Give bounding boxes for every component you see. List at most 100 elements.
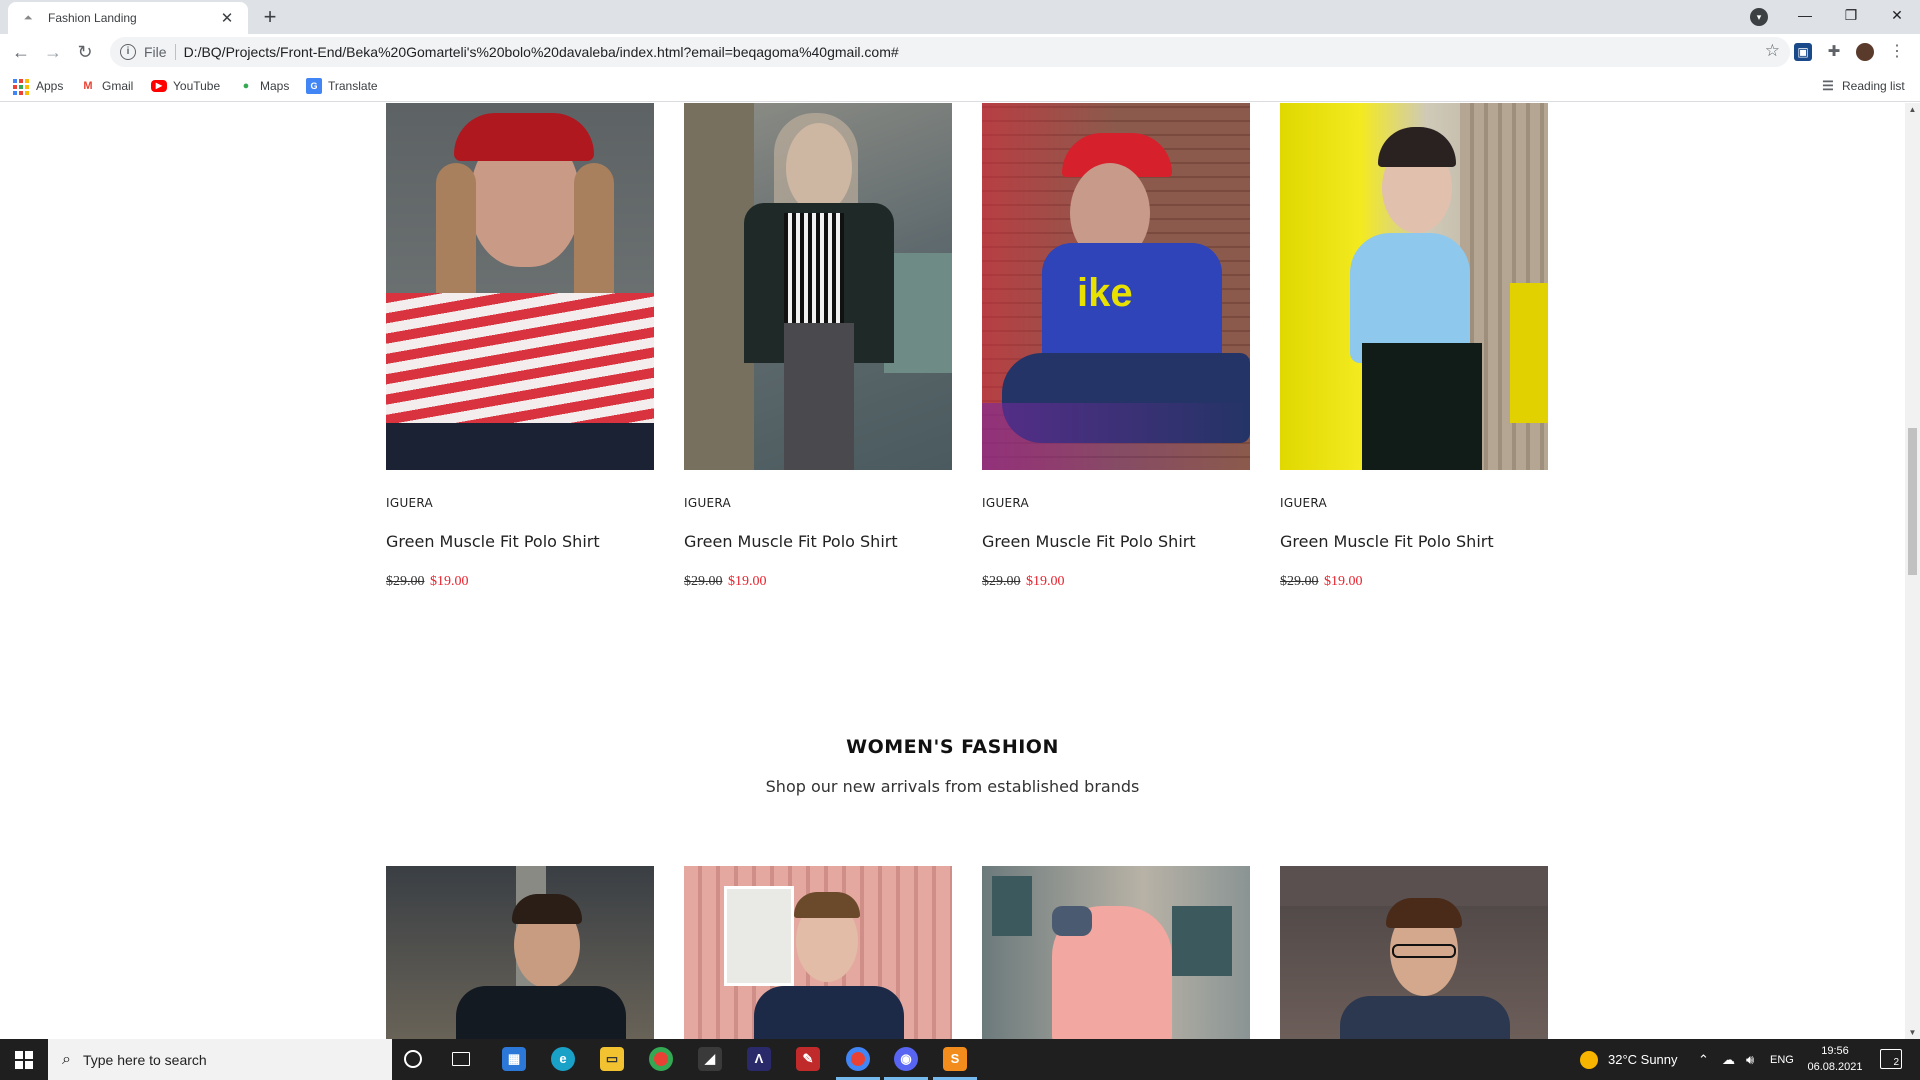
discord-icon[interactable]: ◉ <box>894 1047 918 1071</box>
reload-icon[interactable]: ↻ <box>73 40 97 64</box>
minimize-button[interactable]: — <box>1782 0 1828 30</box>
product-brand: IGUERA <box>982 496 1030 510</box>
extensions-puzzle-icon[interactable]: ✚ <box>1825 43 1843 61</box>
volume-icon[interactable]: 🔊︎ <box>1746 1039 1754 1080</box>
chrome-active-icon[interactable] <box>846 1047 870 1071</box>
back-arrow-icon[interactable]: ← <box>9 40 33 64</box>
sale-price: $19.00 <box>1026 574 1065 589</box>
product-price: $29.00 $19.00 <box>982 574 1250 590</box>
browser-toolbar: ← → ↻ i File D:/BQ/Projects/Front-End/Be… <box>0 34 1920 70</box>
weather-widget[interactable]: 32°C Sunny <box>1580 1039 1678 1080</box>
bookmark-maps[interactable]: ● Maps <box>238 76 290 96</box>
windows-logo-icon <box>15 1050 33 1069</box>
reading-list-icon: ☰ <box>1822 78 1834 93</box>
old-price: $29.00 <box>1280 574 1319 589</box>
scroll-up-icon[interactable]: ▲ <box>1908 105 1917 114</box>
bookmark-label: Translate <box>328 79 378 93</box>
old-price: $29.00 <box>982 574 1021 589</box>
scroll-down-icon[interactable]: ▼ <box>1908 1028 1917 1037</box>
product-card[interactable] <box>982 866 1250 1039</box>
reading-list-label: Reading list <box>1842 79 1905 93</box>
product-image[interactable] <box>1280 103 1548 470</box>
inkscape-icon[interactable]: ◢ <box>698 1047 722 1071</box>
profile-avatar[interactable] <box>1856 43 1874 61</box>
menu-kebab-icon[interactable]: ⋮ <box>1888 43 1906 61</box>
task-view-icon[interactable] <box>452 1052 470 1066</box>
product-row <box>386 866 1549 1039</box>
product-image[interactable] <box>684 103 952 470</box>
paint-icon[interactable]: ✎ <box>796 1047 820 1071</box>
product-name[interactable]: Green Muscle Fit Polo Shirt <box>684 532 952 551</box>
extension-icon[interactable]: ▣ <box>1794 43 1812 61</box>
start-button[interactable] <box>0 1039 48 1080</box>
close-tab-icon[interactable]: ✕ <box>218 9 236 27</box>
product-image[interactable] <box>982 866 1250 1039</box>
product-image[interactable] <box>386 866 654 1039</box>
product-card[interactable]: IGUERA Green Muscle Fit Polo Shirt $29.0… <box>1280 103 1548 590</box>
bookmark-translate[interactable]: G Translate <box>306 76 378 96</box>
search-icon: ⌕ <box>62 1050 71 1068</box>
taskbar-search-box[interactable]: ⌕ Type here to search <box>48 1039 392 1080</box>
restore-button[interactable]: ❐ <box>1828 0 1874 30</box>
product-card[interactable]: IGUERA Green Muscle Fit Polo Shirt $29.0… <box>386 103 654 590</box>
onedrive-icon[interactable]: ☁ <box>1722 1039 1735 1080</box>
page-scrollbar[interactable]: ▲ ▼ <box>1905 103 1920 1039</box>
bookmark-label: Gmail <box>102 79 134 93</box>
product-price: $29.00 $19.00 <box>684 574 952 590</box>
calculator-icon[interactable]: ▦ <box>502 1047 526 1071</box>
url-text[interactable]: D:/BQ/Projects/Front-End/Beka%20Gomartel… <box>184 44 899 60</box>
product-card[interactable] <box>684 866 952 1039</box>
clock-time: 19:56 <box>1821 1045 1849 1057</box>
product-image[interactable] <box>684 866 952 1039</box>
chrome-icon[interactable] <box>649 1047 673 1071</box>
product-card[interactable] <box>386 866 654 1039</box>
section-title: WOMEN'S FASHION <box>846 736 1059 758</box>
product-brand: IGUERA <box>1280 496 1328 510</box>
file-explorer-icon[interactable]: ▭ <box>600 1047 624 1071</box>
new-tab-button[interactable]: + <box>258 6 282 30</box>
product-price: $29.00 $19.00 <box>386 574 654 590</box>
apps-grid-icon <box>12 78 29 95</box>
bookmark-star-icon[interactable]: ☆ <box>1765 41 1780 61</box>
maps-pin-icon: ● <box>242 80 250 92</box>
product-name[interactable]: Green Muscle Fit Polo Shirt <box>982 532 1250 551</box>
translate-icon: G <box>306 78 322 94</box>
weather-text: 32°C Sunny <box>1608 1052 1678 1067</box>
bookmark-youtube[interactable]: ▶ YouTube <box>151 76 220 96</box>
language-indicator[interactable]: ENG <box>1770 1039 1794 1080</box>
close-window-button[interactable]: ✕ <box>1874 0 1920 30</box>
clock-date: 06.08.2021 <box>1807 1061 1863 1073</box>
forward-arrow-icon[interactable]: → <box>41 40 65 64</box>
product-card[interactable]: IGUERA Green Muscle Fit Polo Shirt $29.0… <box>684 103 952 590</box>
sublime-text-icon[interactable]: S <box>943 1047 967 1071</box>
bookmark-apps[interactable]: Apps <box>12 76 63 96</box>
address-bar[interactable]: i File D:/BQ/Projects/Front-End/Beka%20G… <box>110 37 1790 67</box>
notification-center-icon[interactable]: 2 <box>1880 1049 1902 1069</box>
product-card[interactable]: ike IGUERA Green Muscle Fit Polo Shirt $… <box>982 103 1250 590</box>
product-name[interactable]: Green Muscle Fit Polo Shirt <box>1280 532 1548 551</box>
page-favicon-icon: ⏶ <box>23 11 33 24</box>
reading-list-button[interactable]: ☰ Reading list <box>1820 76 1905 96</box>
bookmark-label: YouTube <box>173 79 221 93</box>
tab-search-icon[interactable]: ▾ <box>1750 8 1768 26</box>
cortana-icon[interactable] <box>404 1050 422 1068</box>
bookmark-label: Apps <box>36 79 64 93</box>
product-row: IGUERA Green Muscle Fit Polo Shirt $29.0… <box>386 103 1549 590</box>
product-image[interactable]: ike <box>982 103 1250 470</box>
app-a-icon[interactable]: Λ <box>747 1047 771 1071</box>
browser-tab[interactable]: ⏶ Fashion Landing ✕ <box>8 2 248 34</box>
old-price: $29.00 <box>386 574 425 589</box>
product-image[interactable] <box>1280 866 1548 1039</box>
bookmark-gmail[interactable]: M Gmail <box>80 76 133 96</box>
site-info-icon[interactable]: i <box>120 44 136 60</box>
url-scheme-label: File <box>144 44 167 60</box>
edge-icon[interactable]: e <box>551 1047 575 1071</box>
product-card[interactable] <box>1280 866 1548 1039</box>
tray-overflow-icon[interactable]: ⌃ <box>1698 1039 1709 1080</box>
product-image[interactable] <box>386 103 654 470</box>
product-name[interactable]: Green Muscle Fit Polo Shirt <box>386 532 654 551</box>
windows-taskbar: ⌕ Type here to search ▦ e ▭ ◢ Λ ✎ ◉ S 32… <box>0 1039 1920 1080</box>
system-clock[interactable]: 19:56 06.08.2021 <box>1800 1043 1870 1075</box>
old-price: $29.00 <box>684 574 723 589</box>
scrollbar-thumb[interactable] <box>1908 428 1917 575</box>
